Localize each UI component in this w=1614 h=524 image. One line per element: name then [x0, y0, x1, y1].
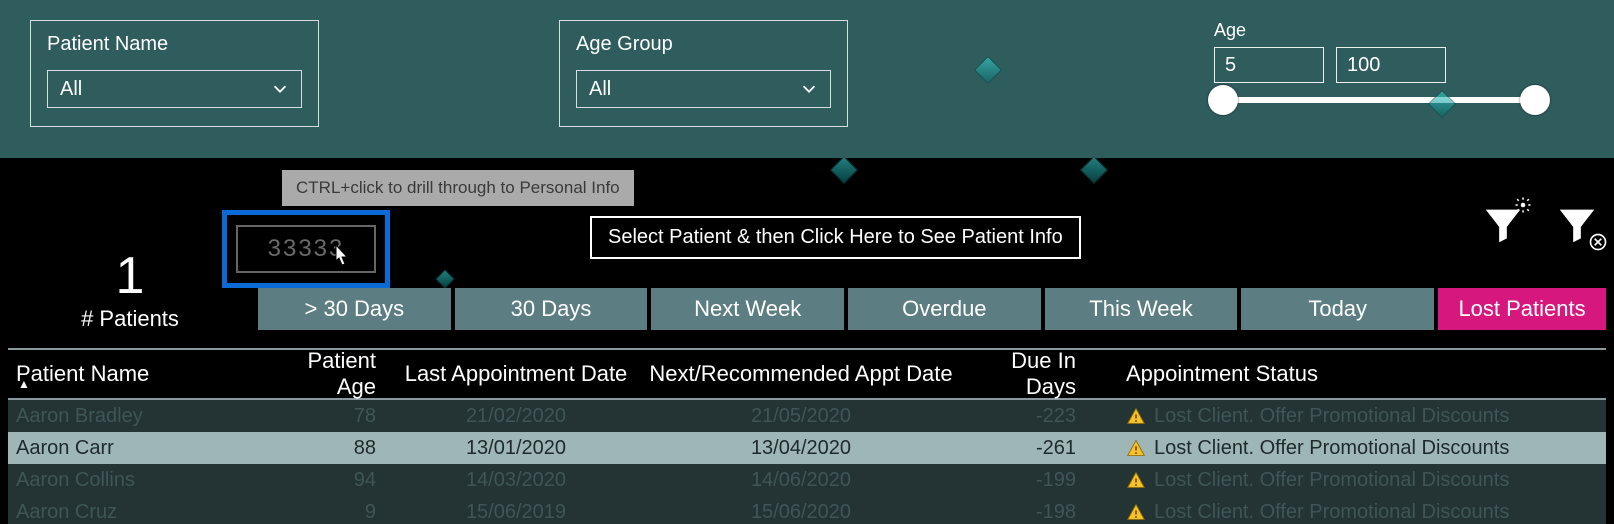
- cell-status: Lost Client. Offer Promotional Discounts: [1106, 469, 1606, 492]
- cell-due: -261: [966, 437, 1106, 460]
- sort-asc-icon: ▲: [18, 377, 30, 391]
- tab-30days[interactable]: 30 Days: [455, 288, 648, 330]
- cell-next: 13/04/2020: [636, 437, 966, 460]
- cell-status: Lost Client. Offer Promotional Discounts: [1106, 405, 1606, 428]
- patients-table: Patient Name ▲ Patient Age Last Appointm…: [8, 348, 1606, 524]
- table-row[interactable]: Aaron Collins9414/03/202014/06/2020-199L…: [8, 464, 1606, 496]
- cell-due: -199: [966, 469, 1106, 492]
- cell-next: 15/06/2020: [636, 501, 966, 524]
- patient-count-label: # Patients: [60, 306, 200, 332]
- cell-status: Lost Client. Offer Promotional Discounts: [1106, 437, 1606, 460]
- drillthrough-value: 33333: [236, 225, 376, 273]
- warning-icon: [1126, 438, 1146, 458]
- age-label: Age: [1214, 20, 1584, 41]
- col-due-days[interactable]: Due In Days: [966, 348, 1106, 400]
- cell-name: Aaron Bradley: [16, 405, 266, 428]
- age-group-filter: Age Group All: [559, 20, 848, 127]
- patient-name-select[interactable]: All: [47, 70, 302, 108]
- tab-lostpatients[interactable]: Lost Patients: [1438, 288, 1606, 330]
- table-header: Patient Name ▲ Patient Age Last Appointm…: [8, 350, 1606, 400]
- cell-due: -223: [966, 405, 1106, 428]
- cell-name: Aaron Cruz: [16, 501, 266, 524]
- age-slider-filter: Age: [1214, 20, 1584, 103]
- cell-last: 13/01/2020: [396, 437, 636, 460]
- col-patient-name[interactable]: Patient Name ▲: [16, 361, 266, 387]
- age-slider-thumb-max[interactable]: [1520, 85, 1550, 115]
- tab-thisweek[interactable]: This Week: [1045, 288, 1238, 330]
- patient-count-card: 1 # Patients: [60, 246, 200, 332]
- drillthrough-tooltip: CTRL+click to drill through to Personal …: [282, 170, 634, 206]
- tab-gt30days[interactable]: > 30 Days: [258, 288, 451, 330]
- cell-name: Aaron Collins: [16, 469, 266, 492]
- report-body: CTRL+click to drill through to Personal …: [0, 158, 1614, 524]
- filter-icons: [1480, 202, 1600, 248]
- cell-age: 9: [266, 501, 396, 524]
- cell-status: Lost Client. Offer Promotional Discounts: [1106, 501, 1606, 524]
- tab-nextweek[interactable]: Next Week: [651, 288, 844, 330]
- age-group-label: Age Group: [576, 33, 831, 56]
- warning-icon: [1126, 502, 1146, 522]
- warning-icon: [1126, 406, 1146, 426]
- status-tabs: > 30 Days 30 Days Next Week Overdue This…: [258, 288, 1606, 330]
- patient-count-value: 1: [60, 246, 200, 306]
- table-row[interactable]: Aaron Cruz915/06/201915/06/2020-198Lost …: [8, 496, 1606, 524]
- cell-age: 78: [266, 405, 396, 428]
- age-slider-thumb-min[interactable]: [1208, 85, 1238, 115]
- cell-last: 21/02/2020: [396, 405, 636, 428]
- age-min-input[interactable]: [1214, 47, 1324, 83]
- patient-info-button[interactable]: Select Patient & then Click Here to See …: [590, 216, 1081, 259]
- age-slider-track[interactable]: [1214, 97, 1544, 103]
- drillthrough-card[interactable]: 33333: [222, 210, 390, 288]
- patient-name-filter: Patient Name All: [30, 20, 319, 127]
- tab-overdue[interactable]: Overdue: [848, 288, 1041, 330]
- col-last-appt[interactable]: Last Appointment Date: [396, 361, 636, 387]
- chevron-down-icon: [271, 80, 289, 98]
- cell-last: 14/03/2020: [396, 469, 636, 492]
- col-patient-age[interactable]: Patient Age: [266, 348, 396, 400]
- cell-age: 94: [266, 469, 396, 492]
- chevron-down-icon: [800, 80, 818, 98]
- table-row[interactable]: Aaron Carr8813/01/202013/04/2020-261Lost…: [8, 432, 1606, 464]
- patient-name-value: All: [60, 78, 82, 101]
- table-row[interactable]: Aaron Bradley7821/02/202021/05/2020-223L…: [8, 400, 1606, 432]
- cell-next: 21/05/2020: [636, 405, 966, 428]
- cell-next: 14/06/2020: [636, 469, 966, 492]
- pointer-icon: [330, 243, 354, 273]
- cell-name: Aaron Carr: [16, 437, 266, 460]
- age-group-value: All: [589, 78, 611, 101]
- cell-last: 15/06/2019: [396, 501, 636, 524]
- warning-icon: [1126, 470, 1146, 490]
- filter-bar: Patient Name All Age Group All Age: [0, 0, 1614, 158]
- cell-age: 88: [266, 437, 396, 460]
- tab-today[interactable]: Today: [1241, 288, 1434, 330]
- cell-due: -198: [966, 501, 1106, 524]
- clear-filter-icon[interactable]: [1554, 202, 1600, 248]
- col-next-appt[interactable]: Next/Recommended Appt Date: [636, 361, 966, 387]
- age-group-select[interactable]: All: [576, 70, 831, 108]
- filter-settings-icon[interactable]: [1480, 202, 1526, 248]
- patient-name-label: Patient Name: [47, 33, 302, 56]
- age-max-input[interactable]: [1336, 47, 1446, 83]
- col-status[interactable]: Appointment Status: [1106, 361, 1606, 387]
